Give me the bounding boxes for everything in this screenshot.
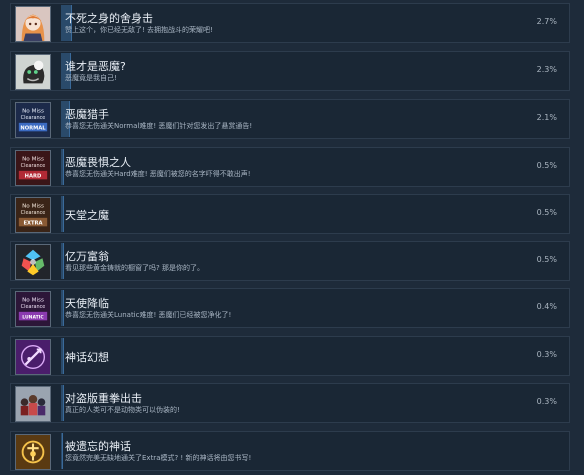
progress-bar (61, 149, 64, 185)
achievement-percent: 0.4% (536, 302, 557, 311)
achievement-row[interactable]: No Miss Clearance EXTRA 天堂之魔 0.5% (10, 194, 570, 234)
svg-text:No Miss: No Miss (22, 108, 44, 114)
svg-text:EXTRA: EXTRA (23, 220, 42, 226)
achievement-percent: 0.5% (536, 255, 557, 264)
progress-bar (61, 196, 64, 232)
svg-text:NORMAL: NORMAL (20, 125, 46, 131)
achievement-title: 神话幻想 (65, 351, 109, 364)
achievement-description: 恭喜您无伤通关Hard难度! 恶魔们被您的名字吓得不敢出声! (65, 170, 251, 178)
purple-emblem-icon (15, 339, 51, 375)
svg-text:No Miss: No Miss (22, 203, 44, 209)
achievement-percent: 2.3% (536, 65, 557, 74)
achievement-title: 天使降临 (65, 297, 109, 310)
achievement-percent: 2.7% (536, 17, 557, 26)
achievement-description: 恶魔竟是我自己! (65, 74, 117, 82)
achievement-row[interactable]: 谁才是恶魔? 恶魔竟是我自己! 2.3% (10, 51, 570, 91)
achievement-percent: 0.5% (536, 208, 557, 217)
anime-girl-icon (15, 6, 51, 42)
achievement-title: 不死之身的舍身击 (65, 12, 153, 25)
achievement-row[interactable]: No Miss Clearance LUNATIC 天使降临 恭喜您无伤通关Lu… (10, 288, 570, 328)
achievement-row[interactable]: 亿万富翁 看见那些黄金铸就的橱窗了吗? 那是你的了。 0.5% (10, 241, 570, 281)
achievement-percent: 0.3% (536, 397, 557, 406)
colorful-gems-icon (15, 244, 51, 280)
demon-mask-icon (15, 54, 51, 90)
progress-bar (61, 338, 64, 374)
golden-rune-icon (15, 434, 51, 470)
no-miss-extra-icon: No Miss Clearance EXTRA (15, 197, 51, 233)
achievement-description: 恭喜您无伤通关Normal难度! 恶魔们针对您发出了悬赏通告! (65, 122, 253, 130)
svg-text:Clearance: Clearance (21, 210, 46, 216)
no-miss-normal-icon: No Miss Clearance NORMAL (15, 102, 51, 138)
svg-text:LUNATIC: LUNATIC (22, 314, 44, 320)
achievement-row[interactable]: 不死之身的舍身击 赞上这个，你已经无敌了! 去拥抱战斗的荣耀吧! 2.7% (10, 3, 570, 43)
three-figures-icon (15, 386, 51, 422)
achievement-description: 恭喜您无伤通关Lunatic难度! 恶魔们已经被您净化了! (65, 311, 232, 319)
achievement-title: 恶魔猎手 (65, 108, 109, 121)
achievement-percent: 2.1% (536, 113, 557, 122)
achievement-row[interactable]: No Miss Clearance NORMAL 恶魔猎手 恭喜您无伤通关Nor… (10, 99, 570, 139)
achievement-row[interactable]: 对盗版重拳出击 真正的人类可不是动物类可以伪装的! 0.3% (10, 383, 570, 423)
achievement-percent: 0.3% (536, 350, 557, 359)
achievement-description: 真正的人类可不是动物类可以伪装的! (65, 406, 180, 414)
progress-bar (61, 243, 64, 279)
achievement-title: 亿万富翁 (65, 250, 109, 263)
no-miss-lunatic-icon: No Miss Clearance LUNATIC (15, 291, 51, 327)
svg-text:HARD: HARD (25, 173, 42, 179)
achievement-row[interactable]: 神话幻想 0.3% (10, 336, 570, 376)
progress-bar (61, 290, 64, 326)
svg-text:No Miss: No Miss (22, 156, 44, 162)
achievement-title: 天堂之魔 (65, 209, 109, 222)
progress-bar (61, 433, 63, 469)
achievement-row[interactable]: No Miss Clearance HARD 恶魔畏惧之人 恭喜您无伤通关Har… (10, 147, 570, 187)
achievement-title: 恶魔畏惧之人 (65, 156, 131, 169)
no-miss-hard-icon: No Miss Clearance HARD (15, 150, 51, 186)
progress-bar (61, 385, 64, 421)
svg-text:Clearance: Clearance (21, 115, 46, 121)
svg-text:Clearance: Clearance (21, 163, 46, 169)
achievement-title: 谁才是恶魔? (65, 60, 126, 73)
achievement-title: 对盗版重拳出击 (65, 392, 142, 405)
achievement-title: 被遗忘的神话 (65, 440, 131, 453)
svg-text:Clearance: Clearance (21, 304, 46, 310)
svg-text:No Miss: No Miss (22, 297, 44, 303)
achievement-row[interactable]: 被遗忘的神话 您竟然完美无缺地通关了Extra模式? ! 新的神话将由您书写! (10, 431, 570, 471)
achievement-percent: 0.5% (536, 161, 557, 170)
achievement-description: 您竟然完美无缺地通关了Extra模式? ! 新的神话将由您书写! (65, 454, 252, 462)
achievement-description: 赞上这个，你已经无敌了! 去拥抱战斗的荣耀吧! (65, 26, 213, 34)
achievement-description: 看见那些黄金铸就的橱窗了吗? 那是你的了。 (65, 264, 204, 272)
achievement-list: 不死之身的舍身击 赞上这个，你已经无敌了! 去拥抱战斗的荣耀吧! 2.7% 谁才… (0, 0, 584, 475)
